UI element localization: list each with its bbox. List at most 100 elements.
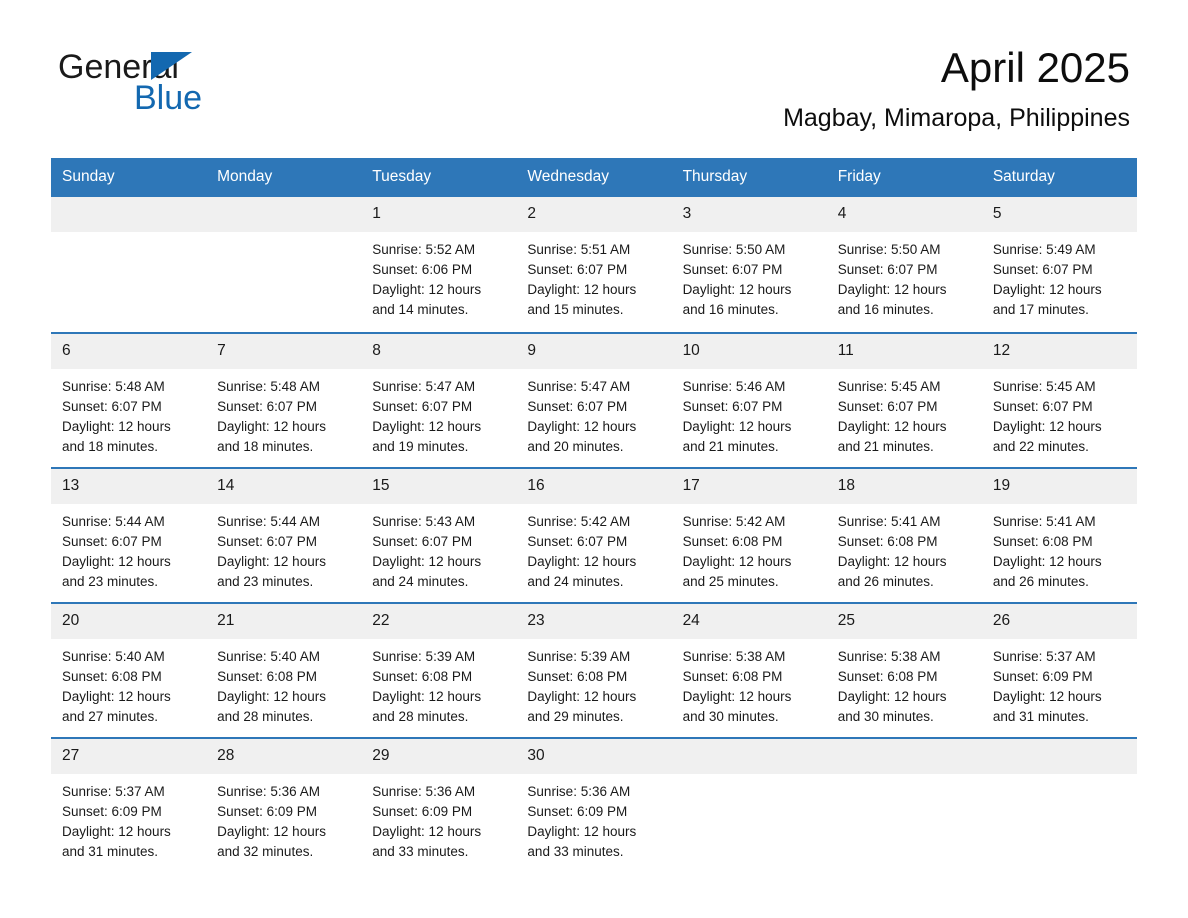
day-cell-4[interactable]: 4 Sunrise: 5:50 AM Sunset: 6:07 PM Daylight…	[826, 196, 982, 332]
day-cell-20[interactable]: 20 Sunrise: 5:40 AM Sunset: 6:08 PM Dayligh…	[51, 603, 207, 737]
sunrise-text: Sunrise: 5:47 AM	[527, 378, 631, 394]
day-cell-11[interactable]: 11 Sunrise: 5:45 AM Sunset: 6:07 PM Dayligh…	[826, 333, 982, 467]
day-cell-13[interactable]: 13 Sunrise: 5:44 AM Sunset: 6:07 PM Dayligh…	[51, 468, 207, 602]
daylight-text: Daylight: 12 hours and 23 minutes.	[217, 553, 326, 589]
weekday-header-sunday: Sunday	[62, 168, 115, 185]
day-cell-3[interactable]: 3 Sunrise: 5:50 AM Sunset: 6:07 PM Daylight…	[671, 196, 827, 332]
daylight-text: Daylight: 12 hours and 17 minutes.	[992, 281, 1102, 317]
day-number: 27	[51, 738, 207, 774]
day-cell-29[interactable]: 29 Sunrise: 5:36 AM Sunset: 6:09 PM Dayligh…	[361, 738, 517, 872]
day-cell-17[interactable]: 17 Sunrise: 5:42 AM Sunset: 6:08 PM Dayligh…	[671, 468, 827, 602]
day-cell-5[interactable]: 5 Sunrise: 5:49 AM Sunset: 6:07 PM Daylight…	[981, 196, 1137, 332]
sunrise-text: Sunrise: 5:50 AM	[837, 241, 941, 257]
sunrise-text: Sunrise: 5:48 AM	[217, 378, 320, 394]
calendar-week-row: 20 Sunrise: 5:40 AM Sunset: 6:08 PM Dayligh…	[51, 601, 1137, 737]
sunrise-text: Sunrise: 5:48 AM	[62, 378, 165, 394]
sunrise-text: Sunrise: 5:49 AM	[992, 241, 1096, 257]
day-sun-info: Sunrise: 5:50 AM Sunset: 6:07 PM Daylight:…	[672, 232, 827, 320]
daylight-text: Daylight: 12 hours and 30 minutes.	[682, 688, 792, 724]
day-number	[206, 196, 362, 232]
day-cell-19[interactable]: 19 Sunrise: 5:41 AM Sunset: 6:08 PM Dayligh…	[981, 468, 1137, 602]
sunset-text: Sunset: 6:08 PM	[527, 668, 628, 684]
day-sun-info: Sunrise: 5:47 AM Sunset: 6:07 PM Daylight:…	[361, 369, 516, 457]
day-cell-22[interactable]: 22 Sunrise: 5:39 AM Sunset: 6:08 PM Dayligh…	[361, 603, 517, 737]
sunset-text: Sunset: 6:08 PM	[372, 668, 473, 684]
weekday-header-row: Sunday Monday Tuesday Wednesday Thursday Frid…	[51, 158, 1137, 197]
sunset-text: Sunset: 6:07 PM	[217, 533, 317, 549]
day-cell-12[interactable]: 12 Sunrise: 5:45 AM Sunset: 6:07 PM Dayligh…	[981, 333, 1137, 467]
sunrise-text: Sunrise: 5:45 AM	[992, 378, 1096, 394]
title-block: April 2025 Magbay, Mimaropa, Philippines	[783, 42, 1130, 134]
daylight-text: Daylight: 12 hours and 33 minutes.	[527, 823, 637, 859]
day-cell-10[interactable]: 10 Sunrise: 5:46 AM Sunset: 6:07 PM Dayligh…	[671, 333, 827, 467]
day-cell-2[interactable]: 2 Sunrise: 5:51 AM Sunset: 6:07 PM Daylight…	[516, 196, 672, 332]
day-sun-info: Sunrise: 5:41 AM Sunset: 6:08 PM Daylight:…	[827, 504, 982, 592]
day-cell-1[interactable]: 1 Sunrise: 5:52 AM Sunset: 6:06 PM Daylight…	[361, 196, 517, 332]
day-cell-15[interactable]: 15 Sunrise: 5:43 AM Sunset: 6:07 PM Dayligh…	[361, 468, 517, 602]
day-cell-23[interactable]: 23 Sunrise: 5:39 AM Sunset: 6:08 PM Dayligh…	[516, 603, 672, 737]
calendar-week-row: 27 Sunrise: 5:37 AM Sunset: 6:09 PM Dayligh…	[51, 736, 1137, 872]
day-number: 23	[516, 603, 672, 639]
day-cell-25[interactable]: 25 Sunrise: 5:38 AM Sunset: 6:08 PM Dayligh…	[826, 603, 982, 737]
sunset-text: Sunset: 6:07 PM	[527, 398, 628, 414]
daylight-text: Daylight: 12 hours and 18 minutes.	[217, 418, 326, 454]
day-sun-info: Sunrise: 5:41 AM Sunset: 6:08 PM Daylight:…	[982, 504, 1137, 592]
daylight-text: Daylight: 12 hours and 28 minutes.	[217, 688, 326, 724]
general-blue-logo[interactable]: General Blue	[58, 50, 318, 116]
day-number: 7	[206, 333, 362, 369]
day-sun-info: Sunrise: 5:42 AM Sunset: 6:08 PM Daylight:…	[672, 504, 827, 592]
sunrise-text: Sunrise: 5:45 AM	[837, 378, 941, 394]
sunset-text: Sunset: 6:09 PM	[527, 803, 628, 819]
day-sun-info: Sunrise: 5:36 AM Sunset: 6:09 PM Daylight:…	[516, 774, 671, 862]
daylight-text: Daylight: 12 hours and 28 minutes.	[372, 688, 482, 724]
day-sun-info: Sunrise: 5:39 AM Sunset: 6:08 PM Daylight:…	[361, 639, 516, 727]
daylight-text: Daylight: 12 hours and 16 minutes.	[837, 281, 947, 317]
day-sun-info: Sunrise: 5:38 AM Sunset: 6:08 PM Daylight:…	[672, 639, 827, 727]
sunset-text: Sunset: 6:09 PM	[62, 803, 162, 819]
sunset-text: Sunset: 6:07 PM	[62, 533, 162, 549]
day-cell-21[interactable]: 21 Sunrise: 5:40 AM Sunset: 6:08 PM Dayligh…	[206, 603, 362, 737]
day-sun-info: Sunrise: 5:36 AM Sunset: 6:09 PM Daylight:…	[361, 774, 516, 862]
daylight-text: Daylight: 12 hours and 20 minutes.	[527, 418, 637, 454]
day-cell-7[interactable]: 7 Sunrise: 5:48 AM Sunset: 6:07 PM Daylight…	[206, 333, 362, 467]
day-cell-14[interactable]: 14 Sunrise: 5:44 AM Sunset: 6:07 PM Dayligh…	[206, 468, 362, 602]
day-cell-26[interactable]: 26 Sunrise: 5:37 AM Sunset: 6:09 PM Dayligh…	[981, 603, 1137, 737]
day-number: 3	[671, 196, 827, 232]
day-number: 30	[516, 738, 672, 774]
day-cell-24[interactable]: 24 Sunrise: 5:38 AM Sunset: 6:08 PM Dayligh…	[671, 603, 827, 737]
day-cell-9[interactable]: 9 Sunrise: 5:47 AM Sunset: 6:07 PM Daylight…	[516, 333, 672, 467]
day-sun-info: Sunrise: 5:44 AM Sunset: 6:07 PM Daylight:…	[51, 504, 206, 592]
day-cell-30[interactable]: 30 Sunrise: 5:36 AM Sunset: 6:09 PM Dayligh…	[516, 738, 672, 872]
day-number: 16	[516, 468, 672, 504]
sunset-text: Sunset: 6:07 PM	[992, 398, 1093, 414]
day-number	[671, 738, 827, 774]
day-cell-empty	[206, 196, 362, 332]
weekday-header-friday: Friday	[837, 168, 881, 185]
sunrise-text: Sunrise: 5:41 AM	[837, 513, 941, 529]
day-cell-empty	[51, 196, 207, 332]
sunrise-text: Sunrise: 5:39 AM	[372, 648, 476, 664]
day-cell-empty	[981, 738, 1137, 872]
sunrise-text: Sunrise: 5:51 AM	[527, 241, 631, 257]
day-cell-18[interactable]: 18 Sunrise: 5:41 AM Sunset: 6:08 PM Dayligh…	[826, 468, 982, 602]
weekday-header-wednesday: Wednesday	[527, 168, 609, 185]
day-cell-6[interactable]: 6 Sunrise: 5:48 AM Sunset: 6:07 PM Daylight…	[51, 333, 207, 467]
day-number: 2	[516, 196, 672, 232]
daylight-text: Daylight: 12 hours and 29 minutes.	[527, 688, 637, 724]
sunrise-text: Sunrise: 5:50 AM	[682, 241, 786, 257]
day-cell-27[interactable]: 27 Sunrise: 5:37 AM Sunset: 6:09 PM Dayligh…	[51, 738, 207, 872]
day-sun-info: Sunrise: 5:40 AM Sunset: 6:08 PM Daylight:…	[206, 639, 361, 727]
day-sun-info: Sunrise: 5:49 AM Sunset: 6:07 PM Daylight:…	[982, 232, 1137, 320]
day-number: 13	[51, 468, 207, 504]
day-cell-8[interactable]: 8 Sunrise: 5:47 AM Sunset: 6:07 PM Daylight…	[361, 333, 517, 467]
daylight-text: Daylight: 12 hours and 30 minutes.	[837, 688, 947, 724]
day-cell-16[interactable]: 16 Sunrise: 5:42 AM Sunset: 6:07 PM Dayligh…	[516, 468, 672, 602]
weekday-header-tuesday: Tuesday	[372, 168, 432, 185]
daylight-text: Daylight: 12 hours and 27 minutes.	[62, 688, 171, 724]
sunset-text: Sunset: 6:07 PM	[837, 398, 938, 414]
day-cell-28[interactable]: 28 Sunrise: 5:36 AM Sunset: 6:09 PM Dayligh…	[206, 738, 362, 872]
sunset-text: Sunset: 6:08 PM	[992, 533, 1093, 549]
day-number: 14	[206, 468, 362, 504]
page-title: April 2025	[940, 44, 1130, 91]
day-number	[51, 196, 207, 232]
